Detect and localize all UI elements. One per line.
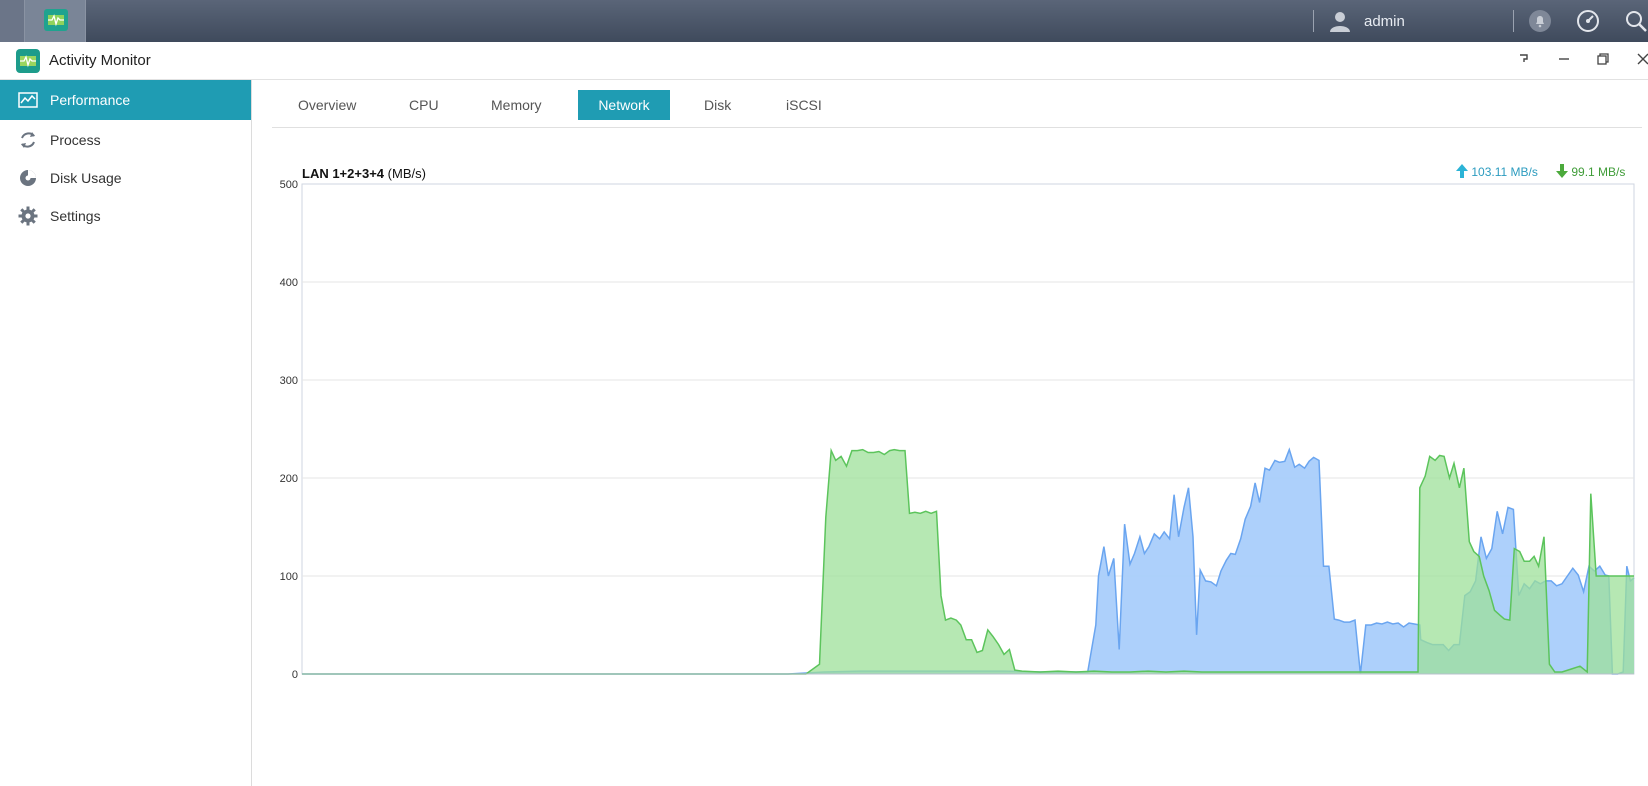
y-tick-label: 300 [280, 375, 298, 387]
y-tick-label: 200 [280, 473, 298, 485]
y-tick-label: 500 [280, 179, 298, 191]
y-tick-label: 0 [292, 669, 298, 681]
y-tick-label: 400 [280, 277, 298, 289]
network-throughput-chart: 500 400 300 200 100 0 [280, 179, 1635, 681]
y-tick-label: 100 [280, 571, 298, 583]
